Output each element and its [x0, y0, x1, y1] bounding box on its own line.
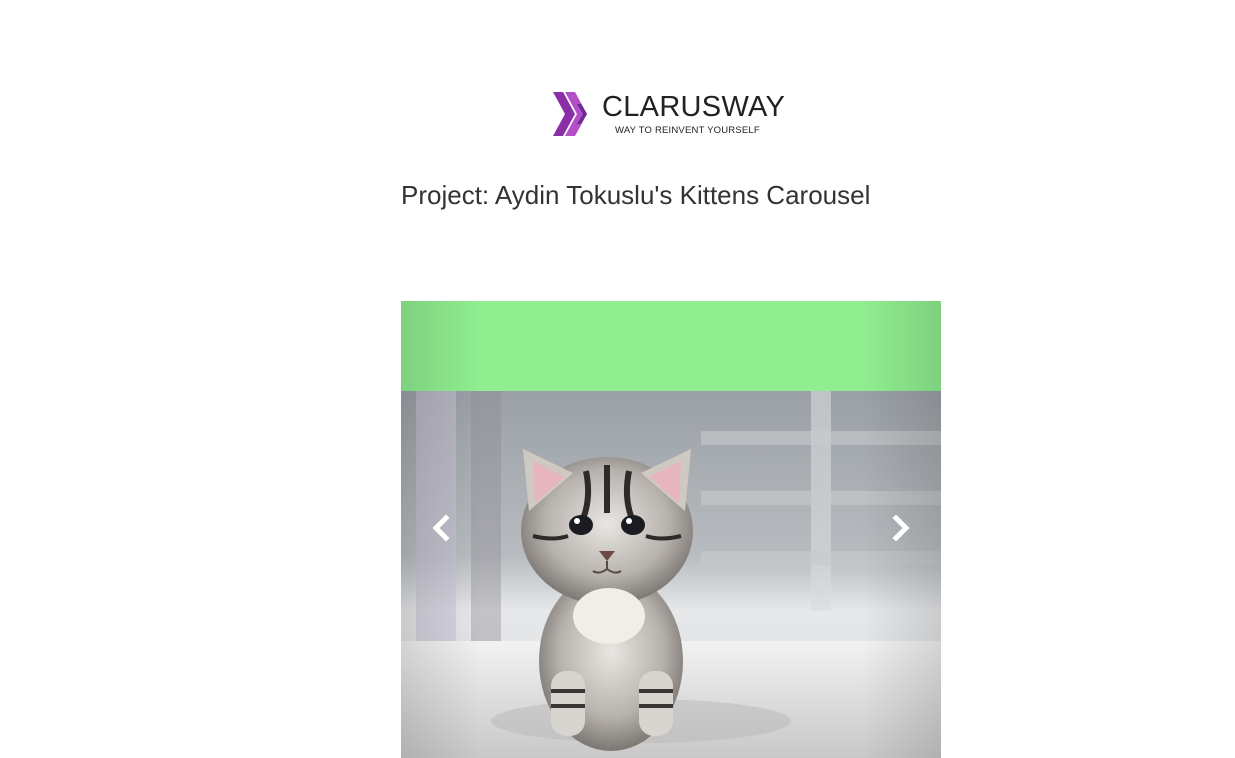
carousel-next-button[interactable]	[861, 301, 941, 758]
logo-chevron-icon	[553, 92, 587, 136]
chevron-right-icon	[892, 514, 910, 541]
chevron-left-icon	[432, 514, 450, 541]
logo-name: CLARUSWAY	[602, 91, 786, 123]
carousel-prev-button[interactable]	[401, 301, 481, 758]
clarusway-logo[interactable]: CLARUSWAY WAY TO REINVENT YOURSELF	[553, 88, 793, 140]
carousel-slide-image	[401, 391, 941, 758]
logo-tagline: WAY TO REINVENT YOURSELF	[615, 125, 760, 136]
kittens-carousel	[401, 301, 941, 758]
carousel-banner	[401, 301, 941, 391]
page-title: Project: Aydin Tokuslu's Kittens Carouse…	[401, 180, 871, 210]
page: CLARUSWAY WAY TO REINVENT YOURSELF Proje…	[0, 0, 1235, 758]
